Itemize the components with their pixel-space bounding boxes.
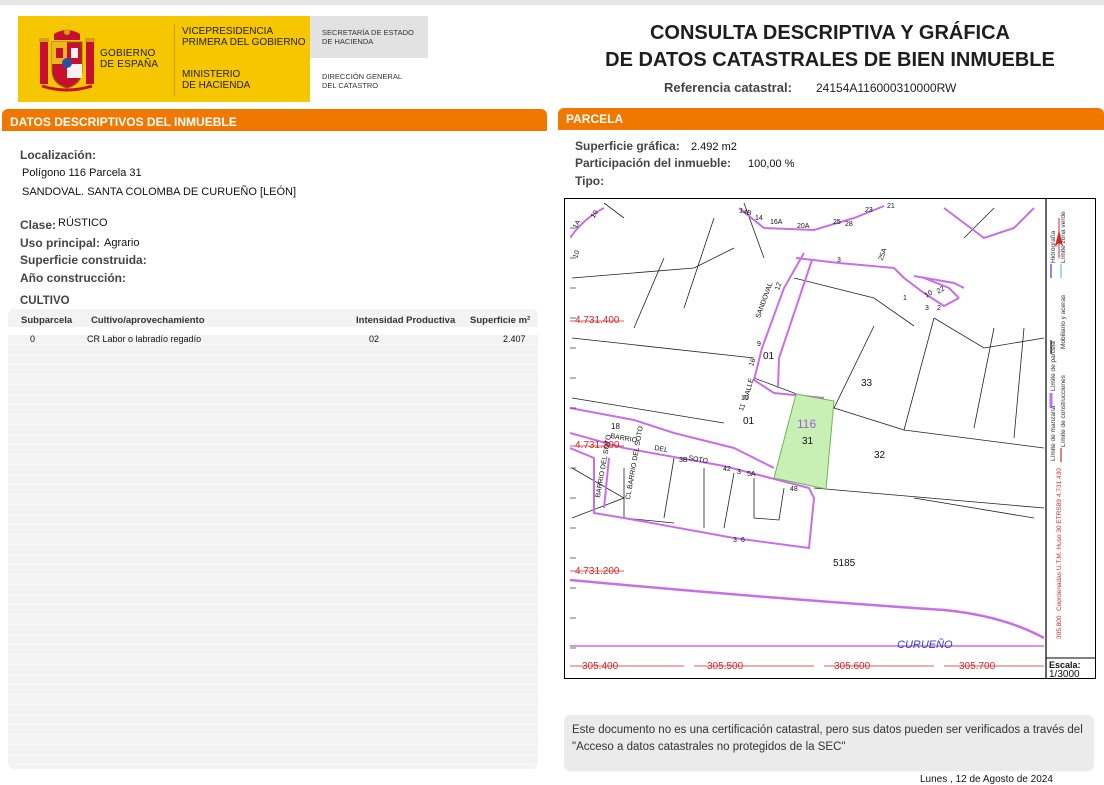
house-number: 5A [747,471,756,478]
house-number: 15 [741,395,749,402]
government-logo: GOBIERNO DE ESPAÑA VICEPRESIDENCIA PRIME… [18,16,310,102]
ref-label: Referencia catastral: [664,80,792,95]
house-number: 3 [737,469,741,476]
cell-cultivo: CR Labor o labradío regadío [87,334,202,344]
map-xtick-1: 305.400 [582,661,619,672]
legend-zona-verde: Límite zona verde [1060,211,1067,263]
parcela-label-main: 31 [802,436,814,447]
sup-grafica-label: Superficie gráfica: [575,139,680,153]
cultivo-table: Subparcela Cultivo/aprovechamiento Inten… [8,309,538,769]
document-date: Lunes , 12 de Agosto de 2024 [920,774,1053,785]
clase-value: RÚSTICO [58,217,108,229]
house-number: 3 [733,537,737,544]
divider [174,24,175,96]
parcela-label: 33 [861,378,873,389]
house-number: 16A [770,219,783,226]
section-header-descriptive: DATOS DESCRIPTIVOS DEL INMUEBLE [2,109,547,131]
house-number: 25 [833,219,841,226]
uso-label: Uso principal: [20,236,101,250]
coord-note-right: 4.731.430 [1056,468,1063,497]
legend-mobiliario: Mobiliario y aceras [1060,294,1067,349]
legend-hidrografia: Hidrografía [1050,230,1057,263]
house-number: 23 [865,207,873,214]
scale-label: Escala: [1049,660,1081,670]
map-ytick-3: 4.731.200 [575,566,620,577]
coord-note: Coordenadas U.T.M. Huso 30 ETRS89 [1056,499,1063,611]
map-ytick-1: 4.731.400 [575,315,620,326]
cell-subparcela: 0 [30,334,36,344]
house-number: 1 [903,295,907,302]
map-xtick-4: 305.700 [959,661,996,672]
directorate-label: DIRECCIÓN GENERAL DEL CATASTRO [322,72,403,90]
col-subparcela: Subparcela [21,315,73,326]
scale-value: 1/3000 [1049,670,1080,678]
participacion-value: 100,00 % [748,158,795,170]
house-number: 21 [887,203,895,210]
house-number: 3B [679,457,688,464]
superficie-label: Superficie construida: [20,253,147,267]
tipo-label: Tipo: [575,174,605,188]
poligono-label: 116 [797,417,817,431]
house-number: 18 [611,422,620,431]
house-number: 3 [925,305,929,312]
page-title-line1: CONSULTA DESCRIPTIVA Y GRÁFICA [649,22,1011,44]
ministry-label: MINISTERIO DE HACIENDA [182,69,251,91]
parcela-label: 32 [874,450,886,461]
uso-value: Agrario [104,237,140,249]
house-number: 48 [790,486,798,493]
map-ytick-2: 4.731.300 [575,440,620,451]
location-line1: Polígono 116 Parcela 31 [22,167,142,179]
house-number: 6 [741,537,745,544]
house-number: 3 [837,257,841,264]
house-number: 28 [845,221,853,228]
house-number: 2 [937,305,941,312]
top-strip [0,0,1104,5]
location-line2: SANDOVAL. SANTA COLOMBA DE CURUEÑO [LEÓN… [22,186,297,198]
house-number: 42 [723,466,731,473]
location-label: Localización: [20,148,97,162]
col-superficie: Superficie m² [470,315,531,326]
gov-name: GOBIERNO DE ESPAÑA [100,48,159,70]
map-xtick-2: 305.500 [707,661,744,672]
col-intensidad: Intensidad Productiva [356,315,456,326]
legend-parcela: Límite de parcela [1050,341,1057,391]
map-xtick-3: 305.600 [834,661,871,672]
ref-value: 24154A116000310000RW [816,81,957,95]
river-label: CURUEÑO [897,639,953,651]
house-number: 9 [757,341,761,348]
house-number: 20A [797,223,810,230]
parcela-label: 01 [763,351,775,362]
disclaimer-notice: Este documento no es una certificación c… [564,715,1094,771]
cultivo-title: CULTIVO [20,295,70,307]
legend-construcciones: Límite de construcciones [1060,375,1067,447]
coat-of-arms-icon [39,29,95,92]
col-cultivo: Cultivo/aprovechamiento [91,315,205,326]
cadastral-map[interactable]: 4.731.400 4.731.300 4.731.200 305.400 30… [564,197,1096,679]
house-number: 14 [755,215,763,222]
clase-label: Clase: [20,218,57,232]
sup-grafica-value: 2.492 m2 [691,141,737,153]
cell-superficie: 2.407 [503,334,526,344]
participacion-label: Participación del inmueble: [575,156,732,170]
section-header-parcela: PARCELA [558,108,1104,130]
parcela-label: 01 [743,416,755,427]
cell-intensidad: 02 [369,334,380,344]
secretariat-label: SECRETARÍA DE ESTADO DE HACIENDA [322,28,414,46]
vicepresidency-label: VICEPRESIDENCIA PRIMERA DEL GOBIERNO [182,26,306,48]
anio-label: Año construcción: [20,271,127,285]
page-title-line2: DE DATOS CATASTRALES DE BIEN INMUEBLE [605,49,1055,71]
legend-manzana: Límite de manzana [1050,405,1057,461]
map-canvas [569,197,1096,679]
parcela-label: 5185 [833,558,856,569]
coord-note-left: 305.800 [1056,615,1063,640]
